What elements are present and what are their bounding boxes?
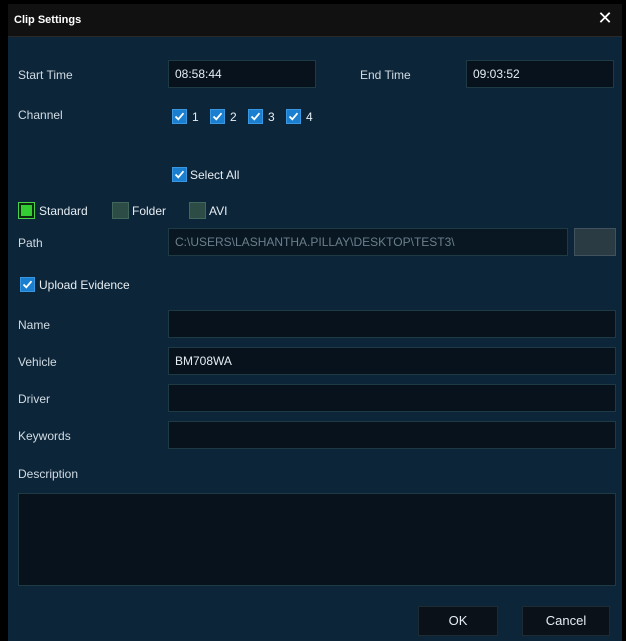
vehicle-label: Vehicle [18, 355, 57, 369]
ok-button[interactable]: OK [418, 606, 498, 636]
vehicle-input[interactable] [168, 347, 616, 375]
standard-radio[interactable] [18, 202, 35, 219]
channel-2-label: 2 [230, 110, 237, 124]
path-label: Path [18, 236, 43, 250]
checkmark-icon [212, 112, 223, 121]
checkmark-icon [174, 170, 185, 179]
channel-1-checkbox[interactable] [172, 109, 187, 124]
select-all-checkbox[interactable] [172, 167, 187, 182]
start-time-label: Start Time [18, 68, 73, 82]
checkmark-icon [22, 280, 33, 289]
start-time-input[interactable] [168, 60, 316, 88]
standard-label: Standard [39, 204, 88, 218]
checkmark-icon [288, 112, 299, 121]
keywords-label: Keywords [18, 429, 71, 443]
channel-label: Channel [18, 108, 63, 122]
avi-radio[interactable] [189, 202, 206, 219]
upload-evidence-checkbox[interactable] [20, 277, 35, 292]
channel-3-checkbox[interactable] [248, 109, 263, 124]
name-input[interactable] [168, 310, 616, 338]
description-textarea[interactable] [18, 493, 616, 586]
channel-1-label: 1 [192, 110, 199, 124]
checkmark-icon [174, 112, 185, 121]
cancel-button[interactable]: Cancel [522, 606, 610, 636]
end-time-label: End Time [360, 68, 411, 82]
folder-label: Folder [132, 204, 167, 218]
checkmark-icon [250, 112, 261, 121]
channel-4-checkbox[interactable] [286, 109, 301, 124]
channel-3-label: 3 [268, 110, 275, 124]
channel-4-label: 4 [306, 110, 313, 124]
channel-2-checkbox[interactable] [210, 109, 225, 124]
description-label: Description [18, 467, 79, 481]
driver-input[interactable] [168, 384, 616, 412]
select-all-label: Select All [190, 168, 240, 182]
title-bar: Clip Settings ✕ [8, 4, 622, 37]
keywords-input[interactable] [168, 421, 616, 449]
avi-label: AVI [209, 204, 228, 218]
dialog-title: Clip Settings [14, 14, 82, 26]
end-time-input[interactable] [466, 60, 614, 88]
clip-settings-dialog: Clip Settings ✕ Start Time End Time Chan… [8, 4, 622, 641]
driver-label: Driver [18, 392, 50, 406]
browse-button[interactable] [574, 228, 616, 256]
close-icon[interactable]: ✕ [596, 9, 614, 29]
folder-radio[interactable] [112, 202, 129, 219]
name-label: Name [18, 318, 51, 332]
path-input [168, 228, 568, 256]
upload-evidence-label: Upload Evidence [39, 278, 130, 292]
